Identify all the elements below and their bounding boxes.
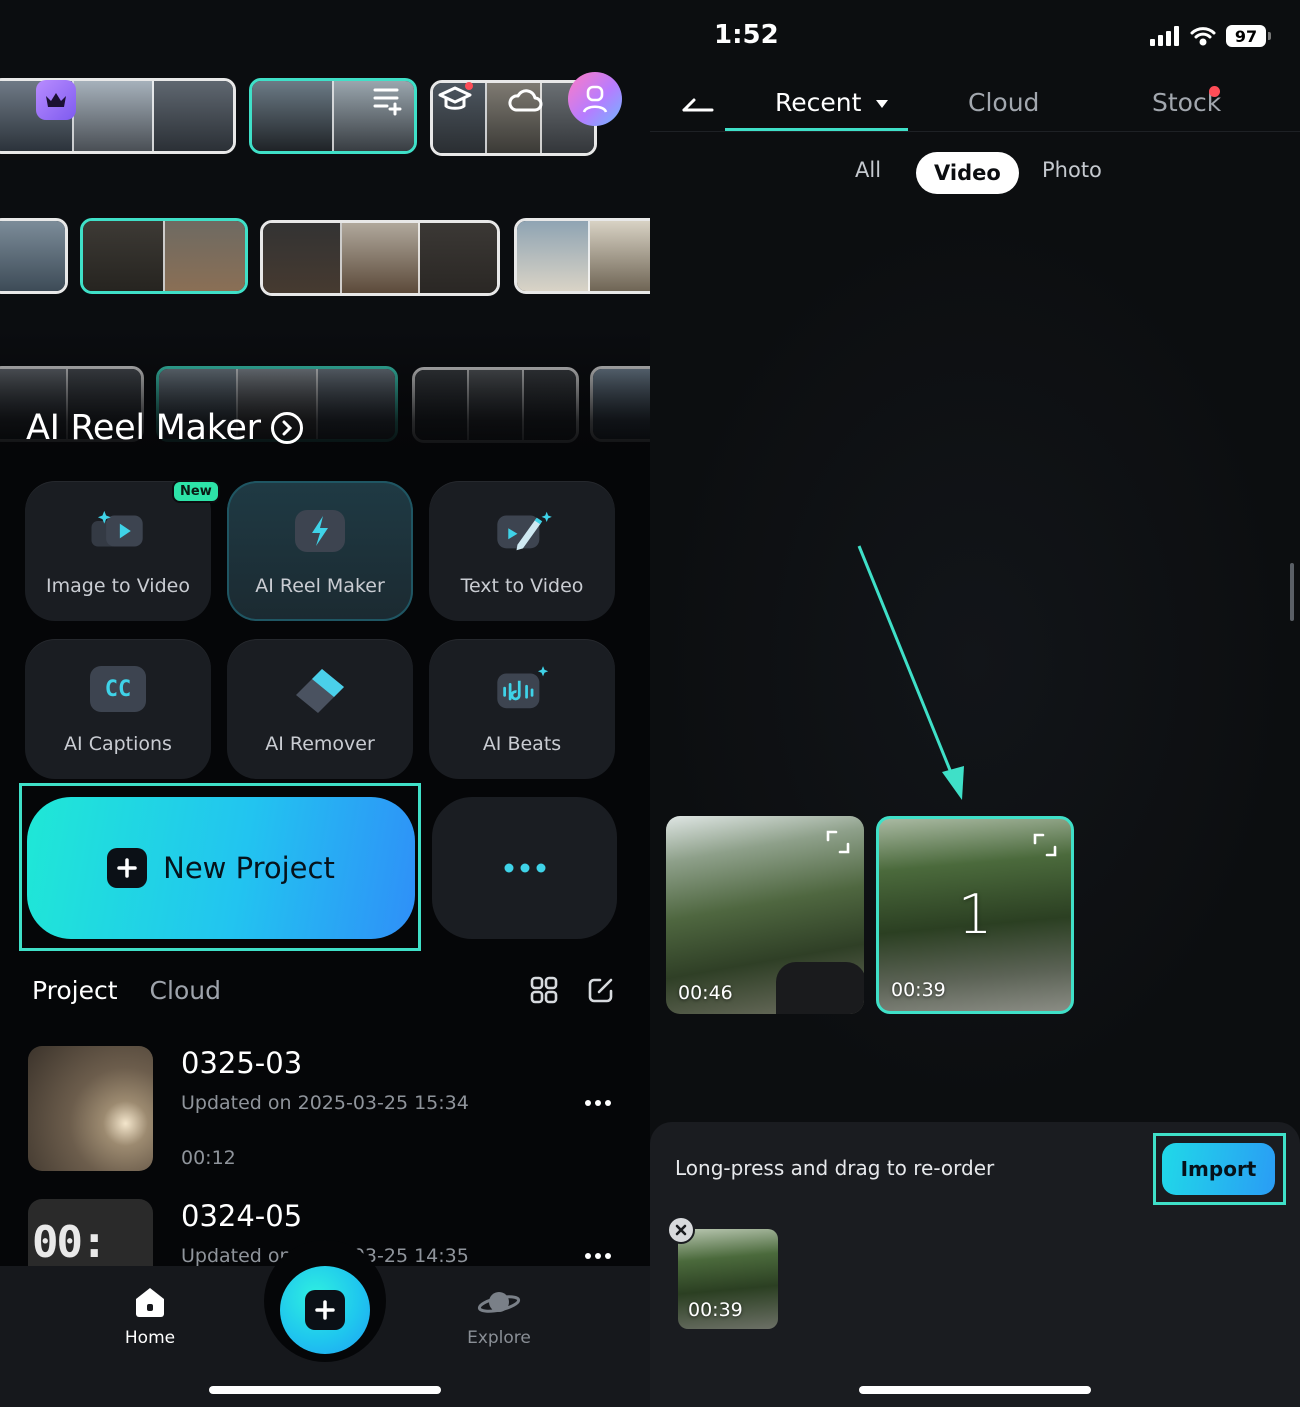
more-dots-icon bbox=[504, 863, 545, 873]
tool-text-to-video[interactable]: Text to Video bbox=[429, 481, 615, 621]
project-name: 0324-05 bbox=[181, 1199, 303, 1233]
project-item[interactable]: 0325-03 Updated on 2025-03-25 15:34 00:1… bbox=[28, 1046, 628, 1176]
signal-icon bbox=[1150, 26, 1179, 46]
tool-label: AI Reel Maker bbox=[255, 575, 385, 597]
notification-dot bbox=[1209, 86, 1220, 97]
remove-clip-button[interactable] bbox=[667, 1216, 695, 1244]
video-strip bbox=[0, 218, 68, 294]
music-beats-icon bbox=[490, 661, 554, 717]
project-name: 0325-03 bbox=[181, 1046, 303, 1080]
selected-clip[interactable]: 00:39 bbox=[678, 1229, 778, 1329]
video-strip bbox=[514, 218, 650, 294]
nav-explore[interactable]: Explore bbox=[439, 1282, 559, 1348]
car-mirror-shape bbox=[776, 962, 864, 1014]
expand-icon[interactable] bbox=[824, 828, 852, 856]
project-duration: 00:12 bbox=[181, 1147, 236, 1169]
tab-cloud[interactable]: Cloud bbox=[150, 976, 221, 1005]
nav-home[interactable]: Home bbox=[90, 1282, 210, 1348]
tool-ai-beats[interactable]: AI Beats bbox=[429, 639, 615, 779]
filter-all[interactable]: All bbox=[855, 158, 881, 182]
project-thumbnail bbox=[28, 1046, 153, 1171]
scrollbar[interactable] bbox=[1290, 563, 1294, 621]
video-thumbnail[interactable]: 00:46 bbox=[666, 816, 864, 1014]
plus-icon bbox=[305, 1290, 345, 1330]
media-picker-screen: 1:52 97 Recent Cloud Stock All Video Pho… bbox=[650, 0, 1300, 1407]
home-indicator bbox=[859, 1386, 1091, 1394]
status-bar: 97 bbox=[1150, 24, 1271, 48]
planet-icon bbox=[439, 1282, 559, 1322]
graduation-cap-icon[interactable] bbox=[435, 80, 475, 120]
hero-title[interactable]: AI Reel Maker bbox=[26, 408, 303, 448]
annotation-arrow bbox=[857, 545, 964, 800]
notification-dot bbox=[465, 82, 473, 90]
battery-indicator: 97 bbox=[1226, 25, 1271, 47]
create-button[interactable] bbox=[280, 1266, 370, 1354]
tool-ai-captions[interactable]: CC AI Captions bbox=[25, 639, 211, 779]
more-tools-button[interactable] bbox=[432, 797, 617, 939]
eraser-icon bbox=[288, 661, 352, 717]
chevron-right-circle-icon bbox=[270, 412, 303, 444]
new-project-label: New Project bbox=[163, 851, 335, 885]
tab-cloud[interactable]: Cloud bbox=[968, 88, 1039, 117]
tab-recent-label: Recent bbox=[775, 88, 862, 117]
tab-project[interactable]: Project bbox=[32, 976, 118, 1005]
playlist-add-icon[interactable] bbox=[368, 80, 408, 120]
more-dots-icon[interactable] bbox=[585, 1251, 611, 1261]
image-video-icon bbox=[86, 503, 150, 559]
tool-label: AI Beats bbox=[482, 733, 562, 755]
wifi-icon bbox=[1190, 27, 1216, 46]
user-avatar[interactable] bbox=[568, 72, 622, 126]
video-strip bbox=[80, 218, 248, 294]
new-project-button[interactable]: New Project bbox=[27, 797, 415, 939]
nav-home-label: Home bbox=[124, 1328, 176, 1348]
tab-recent[interactable]: Recent bbox=[775, 88, 889, 117]
video-thumbnail-selected[interactable]: 1 00:39 bbox=[876, 816, 1074, 1014]
divider bbox=[650, 131, 1300, 132]
home-icon bbox=[90, 1282, 210, 1322]
home-screen: AI Reel Maker Image to Video New AI Reel… bbox=[0, 0, 650, 1407]
filter-video[interactable]: Video bbox=[916, 152, 1019, 194]
import-button[interactable]: Import bbox=[1162, 1143, 1275, 1195]
back-arrow-icon[interactable] bbox=[680, 92, 716, 116]
tool-label: AI Remover bbox=[265, 733, 375, 755]
selection-order-number: 1 bbox=[957, 883, 993, 946]
project-tabs: Project Cloud bbox=[32, 976, 221, 1005]
close-icon bbox=[675, 1224, 687, 1236]
hero-title-text: AI Reel Maker bbox=[26, 408, 261, 448]
new-badge: New bbox=[172, 480, 220, 503]
tool-label: Text to Video bbox=[460, 575, 584, 597]
cc-icon: CC bbox=[86, 661, 150, 717]
hero-banner[interactable]: AI Reel Maker bbox=[0, 0, 650, 460]
status-time: 1:52 bbox=[714, 20, 779, 50]
reorder-hint: Long-press and drag to re-order bbox=[675, 1156, 995, 1180]
grid-icon[interactable] bbox=[530, 976, 560, 1006]
tool-label: AI Captions bbox=[64, 733, 172, 755]
cc-icon-text: CC bbox=[90, 666, 146, 712]
crown-icon[interactable] bbox=[36, 80, 76, 120]
video-strip bbox=[260, 220, 500, 296]
plus-icon bbox=[107, 848, 148, 888]
expand-icon[interactable] bbox=[1031, 831, 1059, 859]
tool-ai-reel-maker[interactable]: AI Reel Maker bbox=[227, 481, 413, 621]
edit-icon[interactable] bbox=[587, 976, 617, 1006]
tool-label: Image to Video bbox=[46, 575, 190, 597]
home-indicator bbox=[209, 1386, 441, 1394]
project-updated: Updated on 2025-03-25 15:34 bbox=[181, 1092, 469, 1114]
clip-duration: 00:39 bbox=[688, 1299, 743, 1321]
tool-ai-remover[interactable]: AI Remover bbox=[227, 639, 413, 779]
video-duration: 00:46 bbox=[678, 982, 733, 1004]
lightning-icon bbox=[288, 503, 352, 559]
video-duration: 00:39 bbox=[891, 979, 946, 1001]
cloud-icon[interactable] bbox=[505, 80, 545, 120]
pencil-video-icon bbox=[490, 503, 554, 559]
more-dots-icon[interactable] bbox=[585, 1098, 611, 1108]
thumbnail-clock-text: 00: bbox=[32, 1217, 107, 1268]
filter-photo[interactable]: Photo bbox=[1042, 158, 1102, 182]
user-icon bbox=[582, 85, 608, 113]
nav-explore-label: Explore bbox=[467, 1328, 531, 1348]
caret-down-icon bbox=[876, 100, 889, 108]
